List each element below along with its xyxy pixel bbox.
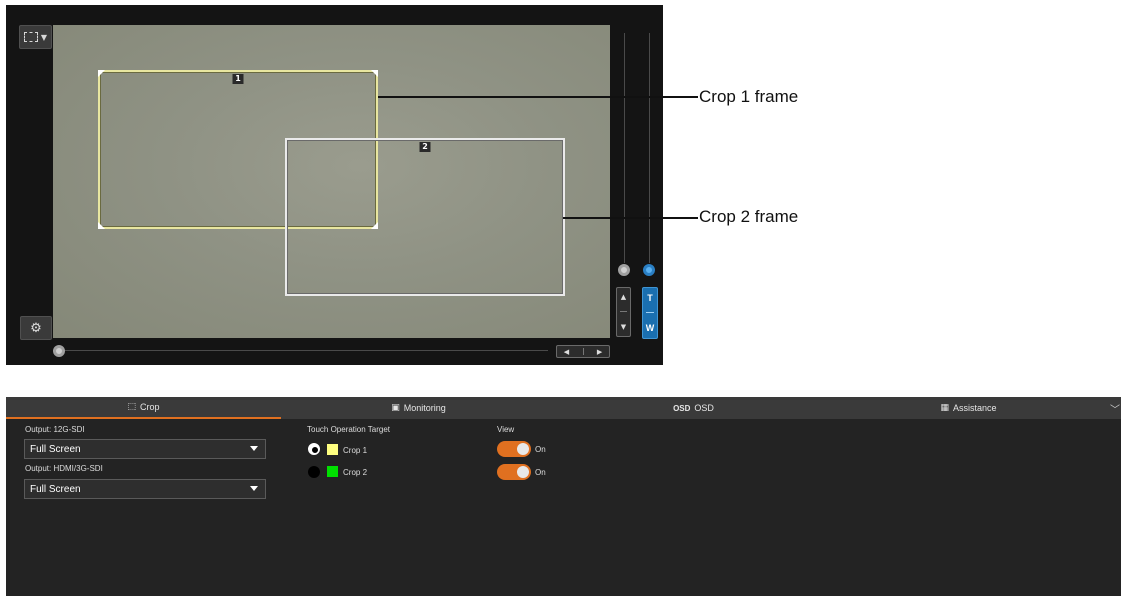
output-12g-select[interactable]: Full Screen [24,439,266,459]
zoom-wide-button[interactable]: W [646,323,655,333]
settings-panel: ⬚ Crop ▣ Monitoring OSD OSD ▦ Assistance… [6,397,1121,596]
view-label: View [497,425,515,434]
crop-1-callout-line [378,96,698,98]
zoom-slider-knob[interactable] [643,264,655,276]
zoom-tele-button[interactable]: T [647,293,653,303]
tab-osd[interactable]: OSD OSD [556,397,831,419]
zoom-tw-control[interactable]: T W [642,287,658,339]
zoom-slider-track[interactable] [649,33,650,263]
crop-2-radio-label: Crop 2 [343,468,368,477]
divider [646,312,654,314]
tab-crop[interactable]: ⬚ Crop [6,397,281,419]
crop-2-view-toggle[interactable] [497,464,531,480]
output-hdmi-value: Full Screen [30,483,81,495]
right-arrow-icon[interactable]: ▶ [597,348,602,356]
crop-icon: ⬚ [127,402,136,412]
tab-bar: ⬚ Crop ▣ Monitoring OSD OSD ▦ Assistance… [6,397,1121,419]
toggle-thumb [517,443,529,455]
crop-2-frame[interactable]: 2 [285,138,565,296]
crop-2-callout-label: Crop 2 frame [699,207,799,226]
focus-slider-track[interactable] [624,33,625,263]
crop-1-callout-label: Crop 1 frame [699,87,799,106]
output-hdmi-label: Output: HDMI/3G-SDI [25,464,103,473]
area-select-button[interactable]: ▼ [19,25,52,49]
crop-2-radio[interactable] [308,466,320,478]
output-12g-label: Output: 12G-SDI [25,425,85,434]
crop-1-color-swatch [327,444,338,455]
crop-1-corner-handle[interactable] [98,70,105,77]
settings-icon: ⚙ [30,320,42,336]
monitoring-icon: ▣ [391,403,400,413]
down-arrow-icon[interactable]: ▼ [621,323,626,331]
toggle-thumb [517,466,529,478]
live-image[interactable]: 1 2 [53,25,610,338]
settings-button[interactable]: ⚙ [20,316,52,340]
tab-label: Crop [140,402,160,412]
focus-stepper[interactable]: ▲ ▼ [616,287,631,337]
collapse-chevron-icon[interactable]: ﹀ [1110,401,1120,416]
tab-assistance[interactable]: ▦ Assistance [831,397,1106,419]
dropdown-arrow-icon: ▼ [40,32,48,42]
osd-icon: OSD [673,403,691,413]
divider [582,348,584,355]
crop-1-view-state: On [535,445,546,454]
crop-2-color-swatch [327,466,338,477]
horizontal-stepper[interactable]: ◀ ▶ [556,345,610,358]
crop-1-radio[interactable] [308,443,320,455]
camera-viewer: ▼ 1 2 ⚙ ▲ ▼ T W ◀ ▶ [6,5,663,365]
output-hdmi-select[interactable]: Full Screen [24,479,266,499]
up-arrow-icon[interactable]: ▲ [621,293,626,301]
crop-1-radio-label: Crop 1 [343,446,368,455]
left-arrow-icon[interactable]: ◀ [564,348,569,356]
chevron-down-icon [250,446,258,451]
area-select-icon [23,32,38,42]
touch-target-label: Touch Operation Target [307,425,391,434]
tab-label: OSD [694,403,714,413]
crop-2-callout-line [563,217,698,219]
output-12g-value: Full Screen [30,443,81,455]
focus-slider-knob[interactable] [618,264,630,276]
assistance-icon: ▦ [940,403,949,413]
chevron-down-icon [250,486,258,491]
tab-label: Monitoring [403,403,446,413]
crop-1-number: 1 [232,74,244,84]
horizontal-slider-knob[interactable] [53,345,65,357]
crop-1-corner-handle[interactable] [371,70,378,77]
crop-1-corner-handle[interactable] [98,222,105,229]
crop-2-view-state: On [535,468,546,477]
horizontal-slider-track[interactable] [62,350,548,351]
crop-2-number: 2 [419,142,431,152]
tab-label: Assistance [952,403,997,413]
divider [620,311,627,313]
tab-monitoring[interactable]: ▣ Monitoring [281,397,556,419]
crop-1-view-toggle[interactable] [497,441,531,457]
